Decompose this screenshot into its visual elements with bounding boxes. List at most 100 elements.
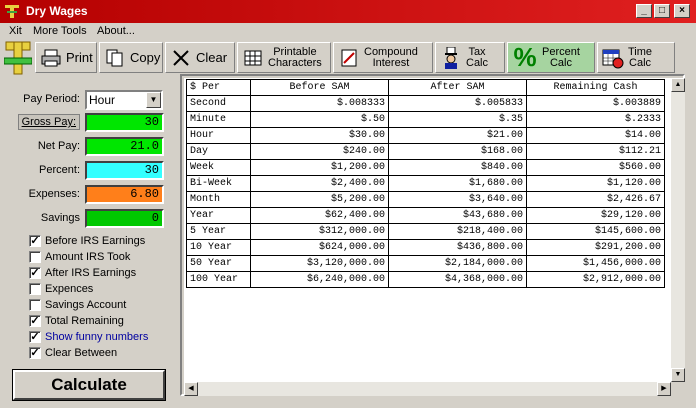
- table-cell: $.2333: [526, 111, 665, 128]
- option-expences[interactable]: Expences: [29, 281, 93, 296]
- option-amount-irs[interactable]: Amount IRS Took: [29, 249, 130, 264]
- savings-field[interactable]: 0: [85, 209, 164, 228]
- scroll-corner: [671, 382, 685, 396]
- pay-period-select[interactable]: Hour ▼: [85, 90, 163, 110]
- print-button[interactable]: Print: [35, 42, 97, 73]
- table-cell: $624,000.00: [250, 239, 389, 256]
- chevron-down-icon[interactable]: ▼: [146, 92, 161, 108]
- time-calc-button[interactable]: Time Calc: [597, 42, 675, 73]
- option-label: Before IRS Earnings: [45, 234, 146, 247]
- compound-interest-button[interactable]: Compound Interest: [333, 42, 433, 73]
- tax-calc-button[interactable]: Tax Calc: [435, 42, 505, 73]
- gross-pay-field[interactable]: 30: [85, 113, 164, 132]
- option-after-irs[interactable]: ✓ After IRS Earnings: [29, 265, 136, 280]
- expenses-field[interactable]: 6.80: [85, 185, 164, 204]
- table-row: 5 Year $312,000.00 $218,400.00 $145,600.00: [186, 223, 665, 240]
- close-button[interactable]: ×: [674, 4, 690, 18]
- table-cell: $14.00: [526, 127, 665, 144]
- printable-characters-button[interactable]: Printable Characters: [237, 42, 331, 73]
- table-cell: $30.00: [250, 127, 389, 144]
- scroll-up-icon[interactable]: ▲: [671, 78, 685, 92]
- option-savings-account[interactable]: Savings Account: [29, 297, 126, 312]
- option-funny-numbers[interactable]: ✓ Show funny numbers: [29, 329, 148, 344]
- checkbox[interactable]: ✓: [29, 234, 41, 247]
- window-title: Dry Wages: [26, 4, 88, 18]
- time-label: Time Calc: [628, 46, 652, 69]
- table-cell: $6,240,000.00: [250, 271, 389, 288]
- table-cell: Week: [186, 159, 251, 176]
- tax-label: Tax Calc: [466, 46, 489, 69]
- option-total-remaining[interactable]: ✓ Total Remaining: [29, 313, 124, 328]
- option-label: Total Remaining: [45, 314, 124, 327]
- pay-period-value: Hour: [89, 93, 116, 107]
- percent-calc-button[interactable]: % Percent Calc: [507, 42, 595, 73]
- option-clear-between[interactable]: ✓ Clear Between: [29, 345, 117, 360]
- calculate-button[interactable]: Calculate: [12, 369, 166, 401]
- net-pay-row: Net Pay: 21.0: [0, 137, 178, 158]
- table-row: Bi-Week $2,400.00 $1,680.00 $1,120.00: [186, 175, 665, 192]
- table-cell: $.005833: [388, 95, 527, 112]
- table-cell: $2,912,000.00: [526, 271, 665, 288]
- table-cell: $145,600.00: [526, 223, 665, 240]
- printable-label: Printable Characters: [268, 46, 322, 69]
- gross-pay-label: Gross Pay:: [17, 114, 80, 130]
- percent-field[interactable]: 30: [85, 161, 164, 180]
- table-cell: $560.00: [526, 159, 665, 176]
- percent-label: Percent:: [39, 164, 80, 176]
- checkbox[interactable]: ✓: [29, 314, 41, 327]
- table-cell: $168.00: [388, 143, 527, 160]
- table-cell: $3,120,000.00: [250, 255, 389, 272]
- table-cell: $.35: [388, 111, 527, 128]
- table-row: 50 Year $3,120,000.00 $2,184,000.00 $1,456,…: [186, 255, 665, 272]
- option-before-irs[interactable]: ✓ Before IRS Earnings: [29, 233, 145, 248]
- checkbox[interactable]: [29, 250, 41, 263]
- clear-button[interactable]: Clear: [165, 42, 235, 73]
- option-label: Amount IRS Took: [45, 250, 131, 263]
- scroll-left-icon[interactable]: ◀: [184, 382, 198, 396]
- column-header: After SAM: [388, 79, 527, 96]
- table-row: Month $5,200.00 $3,640.00 $2,426.67: [186, 191, 665, 208]
- table-cell: $840.00: [388, 159, 527, 176]
- x-icon: [170, 47, 192, 69]
- table-row: Second $.008333 $.005833 $.003889: [186, 95, 665, 112]
- app-icon: [5, 5, 19, 18]
- checkbox[interactable]: ✓: [29, 330, 41, 343]
- table-cell: $112.21: [526, 143, 665, 160]
- table-cell: 10 Year: [186, 239, 251, 256]
- copy-button[interactable]: Copy: [99, 42, 163, 73]
- title-bar[interactable]: Dry Wages _ □ ×: [0, 0, 696, 23]
- table-cell: 100 Year: [186, 271, 251, 288]
- vertical-scrollbar[interactable]: ▲ ▼: [671, 78, 685, 382]
- maximize-button[interactable]: □: [654, 4, 670, 18]
- scroll-right-icon[interactable]: ▶: [657, 382, 671, 396]
- table-cell: 5 Year: [186, 223, 251, 240]
- net-pay-label: Net Pay:: [37, 140, 80, 152]
- table-cell: $2,184,000.00: [388, 255, 527, 272]
- compound-label: Compound Interest: [364, 46, 418, 69]
- clear-label: Clear: [196, 50, 228, 65]
- option-label: Clear Between: [45, 346, 118, 359]
- table-cell: Month: [186, 191, 251, 208]
- tax-line2: Calc: [466, 56, 489, 69]
- table-cell: Minute: [186, 111, 251, 128]
- table-cell: Day: [186, 143, 251, 160]
- checkbox[interactable]: [29, 282, 41, 295]
- ruler-icon: [4, 41, 32, 75]
- net-pay-field[interactable]: 21.0: [85, 137, 164, 156]
- horizontal-scrollbar[interactable]: ◀ ▶: [184, 382, 671, 396]
- checkbox[interactable]: ✓: [29, 266, 41, 279]
- scroll-down-icon[interactable]: ▼: [671, 368, 685, 382]
- table-header-row: $ Per Before SAM After SAM Remaining Cash: [186, 79, 665, 96]
- table-cell: $21.00: [388, 127, 527, 144]
- checkbox[interactable]: [29, 298, 41, 311]
- table-row: Minute $.50 $.35 $.2333: [186, 111, 665, 128]
- printer-icon: [40, 47, 62, 69]
- percent-tab-label: Percent Calc: [542, 46, 580, 69]
- checkbox[interactable]: ✓: [29, 346, 41, 359]
- table-row: Week $1,200.00 $840.00 $560.00: [186, 159, 665, 176]
- menu-more-tools[interactable]: More Tools: [33, 25, 87, 37]
- table-cell: 50 Year: [186, 255, 251, 272]
- minimize-button[interactable]: _: [636, 4, 652, 18]
- table-cell: $291,200.00: [526, 239, 665, 256]
- menu-about[interactable]: About...: [97, 25, 135, 37]
